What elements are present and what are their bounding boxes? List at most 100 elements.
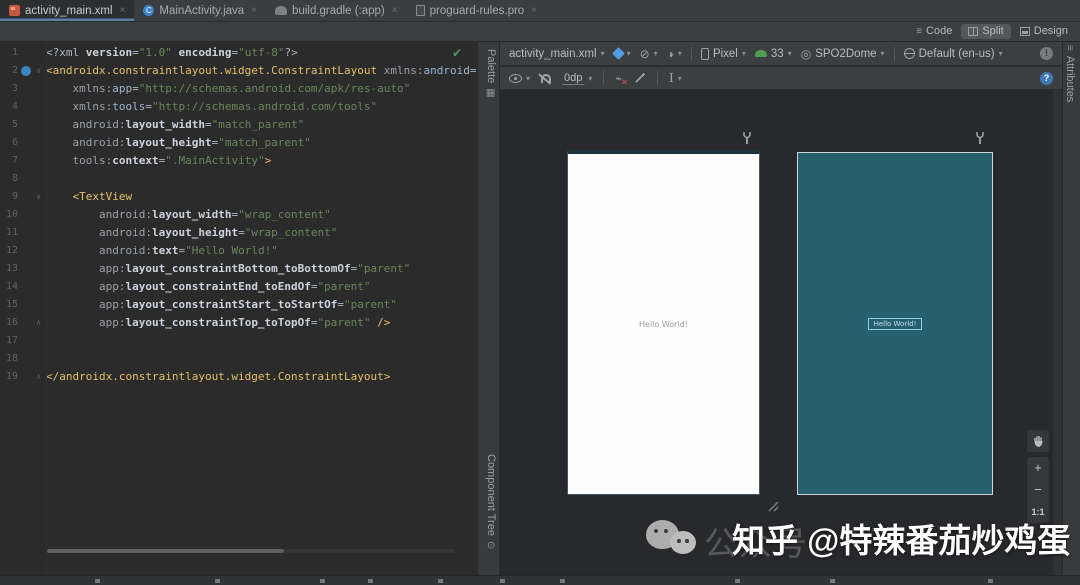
circle-slash-icon: ⊘ (639, 46, 650, 61)
fold-marker (31, 350, 46, 368)
default-margin-selector[interactable]: 0dp ▾ (562, 72, 592, 85)
layout-file-selector[interactable]: activity_main.xml ▾ (509, 48, 605, 60)
fold-marker (31, 80, 46, 98)
locale-selector[interactable]: Default (en-us) ▾ (903, 48, 1003, 60)
code-line[interactable]: 18 (0, 350, 478, 368)
code-line[interactable]: 8 (0, 170, 478, 188)
code-line[interactable]: 1 <?xml version="1.0" encoding="utf-8"?> (0, 44, 478, 62)
code-line[interactable]: 11 android:layout_height="wrap_content" (0, 224, 478, 242)
taskbar-icon-fragment (438, 579, 443, 583)
line-number: 18 (5, 353, 18, 364)
view-mode-code[interactable]: ≡ Code (909, 24, 959, 39)
ui-mode-selector[interactable]: ◑ ▾ (667, 47, 682, 61)
design-mode-icon (1019, 26, 1030, 36)
code-line[interactable]: 4 xmlns:tools="http://schemas.android.co… (0, 98, 478, 116)
code-line[interactable]: 12 android:text="Hello World!" (0, 242, 478, 260)
phone-icon (700, 47, 709, 60)
api-level-selector[interactable]: 33 ▾ (754, 48, 792, 60)
code-text: xmlns:tools="http://schemas.android.com/… (72, 100, 378, 113)
file-icon (415, 5, 425, 16)
fold-marker[interactable]: ∨ (31, 62, 46, 80)
palette-label: Palette (485, 49, 497, 84)
taskbar-icon-fragment (560, 579, 565, 583)
component-tree-icon: ⊙ (485, 540, 497, 550)
line-number: 9 (11, 191, 18, 202)
code-text: app:layout_constraintBottom_toBottomOf="… (98, 262, 411, 275)
night-mode-selector[interactable]: ⊘ ▾ (640, 47, 658, 61)
issues-badge[interactable]: ! (1040, 47, 1053, 60)
fold-marker[interactable]: ∧ (31, 368, 46, 386)
close-icon[interactable]: × (392, 5, 398, 16)
wrench-icon[interactable] (741, 131, 753, 145)
fold-marker[interactable]: ∧ (31, 314, 46, 332)
code-line[interactable]: 6 android:layout_height="match_parent" (0, 134, 478, 152)
view-mode-design[interactable]: Design (1013, 24, 1075, 39)
close-icon[interactable]: × (251, 5, 257, 16)
toolbar-divider (690, 46, 692, 61)
design-toolbar-row1: activity_main.xml ▾ ▾ ⊘ ▾ ◑ ▾ Pixel ▾ 33… (500, 42, 1062, 66)
zoom-in-button[interactable]: + (1027, 457, 1049, 479)
close-icon[interactable]: × (120, 5, 126, 16)
design-surface-selector[interactable]: ▾ (611, 47, 631, 60)
component-tree-panel-tab[interactable]: Component Tree ⊙ (485, 454, 497, 549)
constraintlayout-component-icon[interactable] (21, 66, 31, 76)
code-text: app:layout_constraintStart_toStartOf="pa… (98, 298, 398, 311)
blueprint-preview-device[interactable]: Hello World! (797, 152, 993, 495)
view-options-button[interactable]: ▾ (509, 73, 530, 83)
palette-panel-tab[interactable]: Palette ▦ (485, 49, 497, 98)
pan-tool-button[interactable] (1027, 430, 1049, 452)
wechat-bubble-small (670, 531, 696, 554)
help-badge[interactable]: ? (1040, 71, 1053, 85)
toolbar-divider (657, 71, 659, 85)
attributes-panel-tab[interactable]: ≡ Attributes (1064, 45, 1076, 102)
editor-tab[interactable]: MainActivity.java × (134, 0, 266, 21)
watermark-text: 知乎 @特辣番茄炒鸡蛋 (732, 522, 1071, 559)
infer-constraints-button[interactable] (633, 72, 646, 85)
line-number: 19 (5, 371, 18, 382)
fold-marker[interactable]: ∨ (31, 188, 46, 206)
close-icon[interactable]: × (531, 5, 537, 16)
code-text: android:layout_width="match_parent" (72, 118, 305, 131)
design-preview-device[interactable]: Hello World! (567, 150, 760, 495)
code-line[interactable]: 2 ∨ <androidx.constraintlayout.widget.Cons… (0, 62, 478, 80)
zoom-out-button[interactable]: − (1027, 479, 1049, 501)
clear-constraints-button[interactable]: ⌁ (615, 72, 626, 87)
theme-selector[interactable]: ◎ SPO2Dome ▾ (801, 47, 885, 61)
line-number: 2 (11, 65, 18, 76)
inspection-status-icon[interactable]: ✔ (452, 46, 462, 60)
hello-world-text[interactable]: Hello World! (639, 320, 688, 329)
code-editor[interactable]: 1 <?xml version="1.0" encoding="utf-8"?> 2… (0, 42, 478, 575)
fold-marker (31, 98, 46, 116)
editor-tab[interactable]: proguard-rules.pro × (407, 0, 546, 21)
fold-marker (31, 44, 46, 62)
code-line[interactable]: 3 xmlns:app="http://schemas.android.com/… (0, 80, 478, 98)
view-mode-split[interactable]: Split (961, 24, 1011, 39)
code-line[interactable]: 15 app:layout_constraintStart_toStartOf=… (0, 296, 478, 314)
code-line[interactable]: 16 ∧ app:layout_constraintTop_toTopOf="pa… (0, 314, 478, 332)
horizontal-scrollbar[interactable] (47, 549, 284, 553)
code-text: <androidx.constraintlayout.widget.Constr… (46, 64, 478, 77)
code-text: app:layout_constraintEnd_toEndOf="parent… (98, 280, 371, 293)
eye-icon (509, 73, 522, 83)
palette-icon: ▦ (485, 88, 497, 98)
code-line[interactable]: 5 android:layout_width="match_parent" (0, 116, 478, 134)
code-line[interactable]: 13 app:layout_constraintBottom_toBottomO… (0, 260, 478, 278)
code-line[interactable]: 17 (0, 332, 478, 350)
line-number: 4 (11, 101, 18, 112)
device-selector[interactable]: Pixel ▾ (700, 47, 746, 60)
code-line[interactable]: 7 tools:context=".MainActivity"> (0, 152, 478, 170)
hello-world-blueprint-box[interactable]: Hello World! (867, 317, 923, 330)
editor-tab[interactable]: activity_main.xml × (0, 0, 135, 21)
cursor-tool-selector[interactable]: I ▾ (669, 71, 682, 85)
editor-tab[interactable]: build.gradle (:app) × (266, 0, 407, 21)
wrench-icon[interactable] (974, 131, 986, 145)
taskbar-icon-fragment (320, 579, 325, 583)
design-scrollbar-track[interactable] (1053, 90, 1062, 575)
code-line[interactable]: 9 ∨ <TextView (0, 188, 478, 206)
code-line[interactable]: 19 ∧ </androidx.constraintlayout.widget.Co… (0, 368, 478, 386)
code-text: <TextView (72, 190, 133, 203)
layout-file-name: activity_main.xml (509, 47, 597, 60)
code-line[interactable]: 14 app:layout_constraintEnd_toEndOf="par… (0, 278, 478, 296)
autoconnect-toggle[interactable] (541, 73, 552, 83)
code-line[interactable]: 10 android:layout_width="wrap_content" (0, 206, 478, 224)
